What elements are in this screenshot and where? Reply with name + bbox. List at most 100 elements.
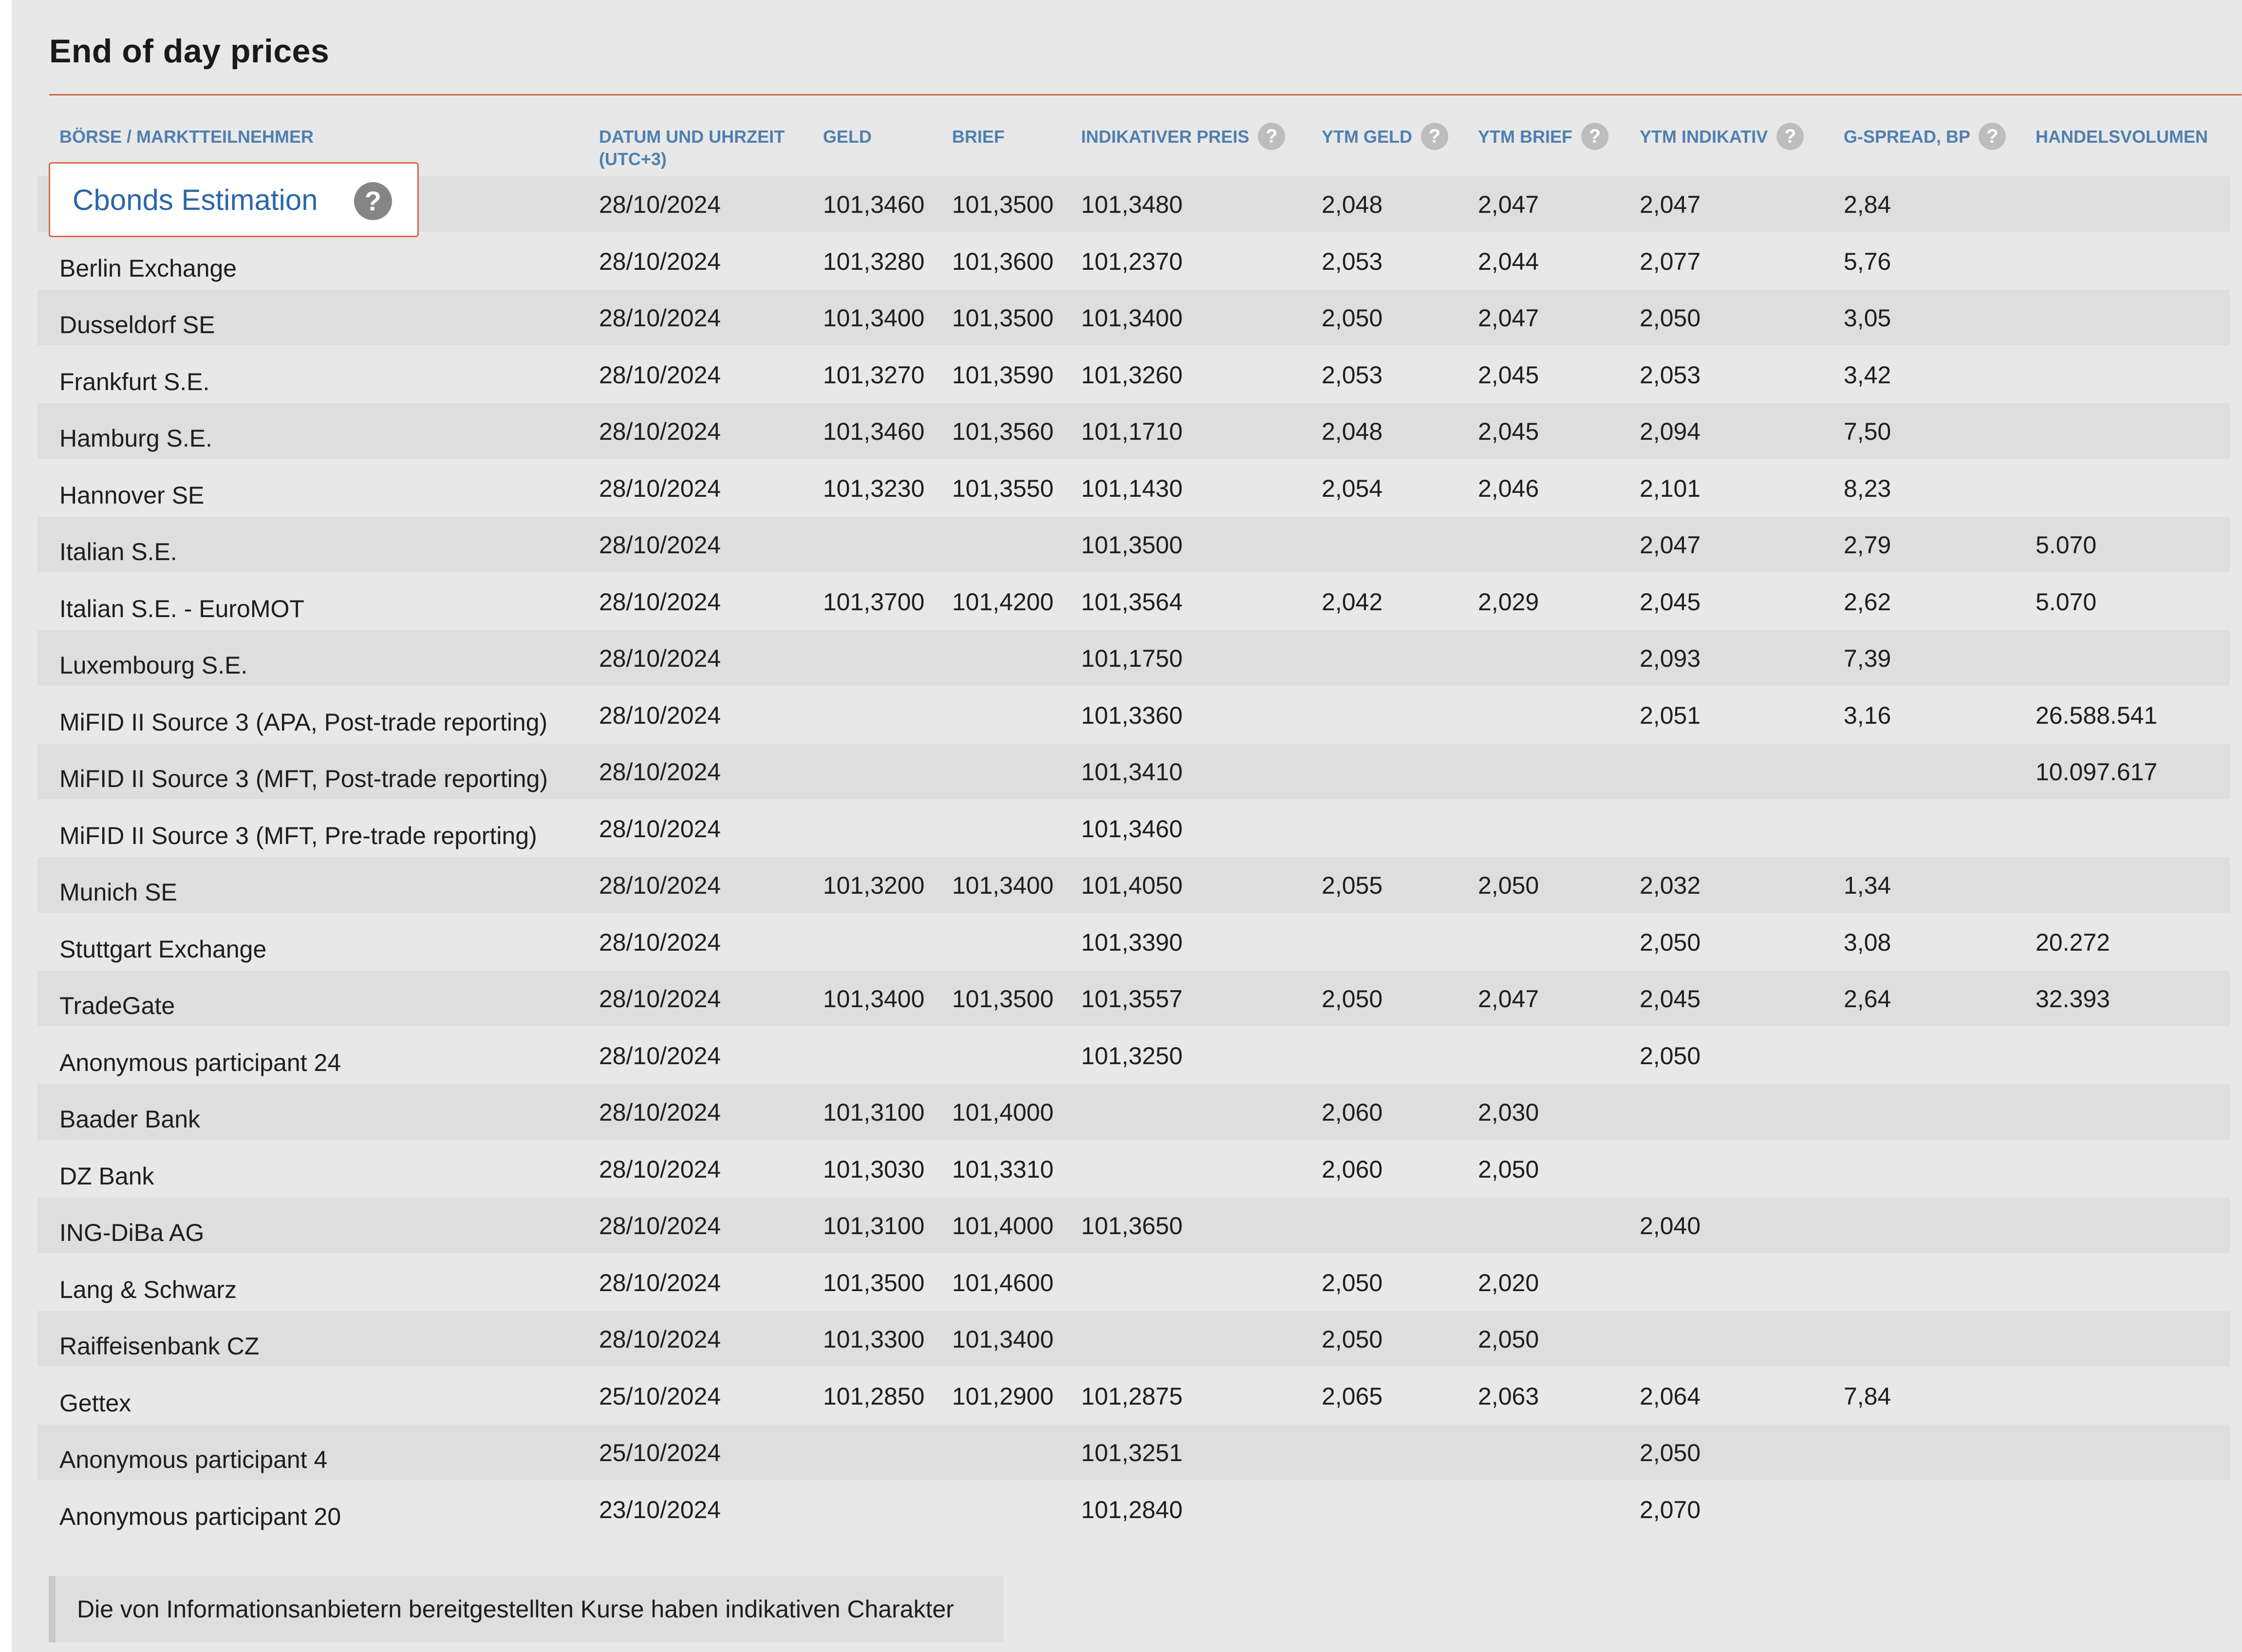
ytm-ask: 2,029 bbox=[1478, 588, 1539, 616]
cbonds-estimation-link[interactable]: Cbonds Estimation ? bbox=[49, 162, 419, 237]
exchange-name: Italian S.E. - EuroMOT bbox=[59, 595, 304, 622]
ytm-indicative: 2,094 bbox=[1640, 418, 1701, 445]
ytm-ask: 2,030 bbox=[1478, 1099, 1539, 1126]
column-header-ytm-ask[interactable]: YTM BRIEF ? bbox=[1478, 123, 1609, 150]
help-icon[interactable]: ? bbox=[354, 182, 392, 220]
table-row: Raiffeisenbank CZ 28/10/2024 101,3300 101,3… bbox=[37, 1311, 2230, 1367]
ytm-ask: 2,050 bbox=[1478, 1326, 1539, 1353]
date-cell: 28/10/2024 bbox=[599, 1326, 721, 1353]
bid-price: 101,3300 bbox=[823, 1326, 925, 1353]
column-header-ask[interactable]: BRIEF bbox=[952, 126, 1005, 148]
ask-price: 101,3500 bbox=[952, 304, 1054, 332]
g-spread: 2,64 bbox=[1844, 985, 1891, 1013]
ask-price: 101,3550 bbox=[952, 475, 1054, 502]
help-icon[interactable]: ? bbox=[1258, 123, 1286, 150]
indicative-price: 101,4050 bbox=[1081, 872, 1183, 899]
ask-price: 101,3500 bbox=[952, 191, 1054, 218]
indicative-price: 101,3390 bbox=[1081, 929, 1183, 956]
help-icon[interactable]: ? bbox=[1581, 123, 1609, 150]
column-header-indicative-price-label: INDIKATIVER PREIS bbox=[1081, 127, 1250, 147]
disclaimer-note: Die von Informationsanbietern bereitgest… bbox=[49, 1576, 1003, 1642]
g-spread: 7,39 bbox=[1844, 645, 1891, 672]
exchange-name: MiFID II Source 3 (APA, Post-trade repor… bbox=[59, 709, 548, 736]
ytm-indicative: 2,101 bbox=[1640, 475, 1701, 502]
date-cell: 28/10/2024 bbox=[599, 531, 721, 559]
exchange-name: MiFID II Source 3 (MFT, Post-trade repor… bbox=[59, 765, 548, 792]
trading-volume: 5.070 bbox=[2036, 588, 2097, 616]
table-row: Anonymous participant 4 25/10/2024 101,325… bbox=[37, 1425, 2230, 1480]
date-cell: 28/10/2024 bbox=[599, 1269, 721, 1296]
indicative-price: 101,1750 bbox=[1081, 645, 1183, 672]
help-icon[interactable]: ? bbox=[1979, 123, 2006, 150]
exchange-name: DZ Bank bbox=[59, 1163, 154, 1190]
g-spread: 3,08 bbox=[1844, 929, 1891, 956]
ask-price: 101,3310 bbox=[952, 1156, 1054, 1183]
column-header-exchange[interactable]: BÖRSE / MARKTTEILNEHMER bbox=[59, 126, 314, 148]
exchange-name: Stuttgart Exchange bbox=[59, 936, 267, 963]
help-icon[interactable]: ? bbox=[1421, 123, 1449, 150]
column-header-bid[interactable]: GELD bbox=[823, 126, 872, 148]
indicative-price: 101,2875 bbox=[1081, 1383, 1183, 1410]
ytm-indicative: 2,050 bbox=[1640, 1042, 1701, 1070]
date-cell: 28/10/2024 bbox=[599, 1212, 721, 1239]
ytm-indicative: 2,045 bbox=[1640, 588, 1701, 616]
table-row: Italian S.E. - EuroMOT 28/10/2024 101,3700… bbox=[37, 574, 2230, 629]
date-cell: 28/10/2024 bbox=[599, 475, 721, 502]
table-row: Munich SE 28/10/2024 101,3200 101,3400 101,4… bbox=[37, 857, 2230, 913]
ytm-bid: 2,050 bbox=[1322, 304, 1383, 332]
date-cell: 28/10/2024 bbox=[599, 191, 721, 218]
bid-price: 101,3230 bbox=[823, 475, 925, 502]
g-spread: 7,84 bbox=[1844, 1383, 1891, 1410]
g-spread: 2,62 bbox=[1844, 588, 1891, 616]
g-spread: 2,79 bbox=[1844, 531, 1891, 559]
ytm-indicative: 2,077 bbox=[1640, 248, 1701, 275]
column-header-trading-volume[interactable]: HANDELSVOLUMEN bbox=[2036, 126, 2208, 148]
ytm-ask: 2,046 bbox=[1478, 475, 1539, 502]
trading-volume: 20.272 bbox=[2036, 929, 2110, 956]
date-cell: 25/10/2024 bbox=[599, 1439, 721, 1466]
bid-price: 101,3400 bbox=[823, 304, 925, 332]
column-header-ytm-bid[interactable]: YTM GELD ? bbox=[1322, 123, 1449, 150]
column-header-exchange-label: BÖRSE / MARKTTEILNEHMER bbox=[59, 127, 314, 147]
page-title: End of day prices bbox=[49, 33, 330, 70]
ytm-indicative: 2,050 bbox=[1640, 304, 1701, 332]
ask-price: 101,3400 bbox=[952, 872, 1054, 899]
column-header-bid-label: GELD bbox=[823, 127, 872, 147]
date-cell: 28/10/2024 bbox=[599, 702, 721, 729]
g-spread: 5,76 bbox=[1844, 248, 1891, 275]
ask-price: 101,4600 bbox=[952, 1269, 1054, 1296]
exchange-name: Anonymous participant 20 bbox=[59, 1503, 341, 1530]
column-header-datetime[interactable]: DATUM UND UHRZEIT (UTC+3) bbox=[599, 126, 785, 170]
exchange-name: Hamburg S.E. bbox=[59, 425, 213, 452]
cbonds-estimation-label[interactable]: Cbonds Estimation bbox=[73, 183, 318, 217]
ytm-indicative: 2,045 bbox=[1640, 985, 1701, 1013]
table-row: Italian S.E. 28/10/2024 101,3500 2,047 2,79 5… bbox=[37, 517, 2230, 572]
table-row: Stuttgart Exchange 28/10/2024 101,3390 2,05… bbox=[37, 914, 2230, 970]
ytm-indicative: 2,050 bbox=[1640, 929, 1701, 956]
ytm-indicative: 2,040 bbox=[1640, 1212, 1701, 1239]
date-cell: 28/10/2024 bbox=[599, 815, 721, 843]
ytm-bid: 2,065 bbox=[1322, 1383, 1383, 1410]
ytm-bid: 2,050 bbox=[1322, 985, 1383, 1013]
column-header-ytm-indicative-label: YTM INDIKATIV bbox=[1640, 127, 1768, 147]
bid-price: 101,3400 bbox=[823, 985, 925, 1013]
indicative-price: 101,3251 bbox=[1081, 1439, 1183, 1466]
ytm-bid: 2,054 bbox=[1322, 475, 1383, 502]
indicative-price: 101,3650 bbox=[1081, 1212, 1183, 1239]
ytm-bid: 2,053 bbox=[1322, 248, 1383, 275]
column-header-ytm-indicative[interactable]: YTM INDIKATIV ? bbox=[1640, 123, 1804, 150]
column-header-g-spread[interactable]: G-SPREAD, BP ? bbox=[1844, 123, 2006, 150]
disclaimer-text: Die von Informationsanbietern bereitgest… bbox=[77, 1596, 954, 1623]
bid-price: 101,3280 bbox=[823, 248, 925, 275]
date-cell: 28/10/2024 bbox=[599, 361, 721, 389]
bid-price: 101,3100 bbox=[823, 1099, 925, 1126]
ytm-bid: 2,053 bbox=[1322, 361, 1383, 389]
help-icon[interactable]: ? bbox=[1776, 123, 1804, 150]
exchange-name: Luxembourg S.E. bbox=[59, 652, 248, 679]
table-row: Lang & Schwarz 28/10/2024 101,3500 101,4600… bbox=[37, 1255, 2230, 1310]
table-row: Baader Bank 28/10/2024 101,3100 101,4000 2,0… bbox=[37, 1084, 2230, 1140]
column-header-indicative-price[interactable]: INDIKATIVER PREIS ? bbox=[1081, 123, 1286, 150]
ytm-ask: 2,044 bbox=[1478, 248, 1539, 275]
date-cell: 28/10/2024 bbox=[599, 645, 721, 672]
bid-price: 101,3030 bbox=[823, 1156, 925, 1183]
